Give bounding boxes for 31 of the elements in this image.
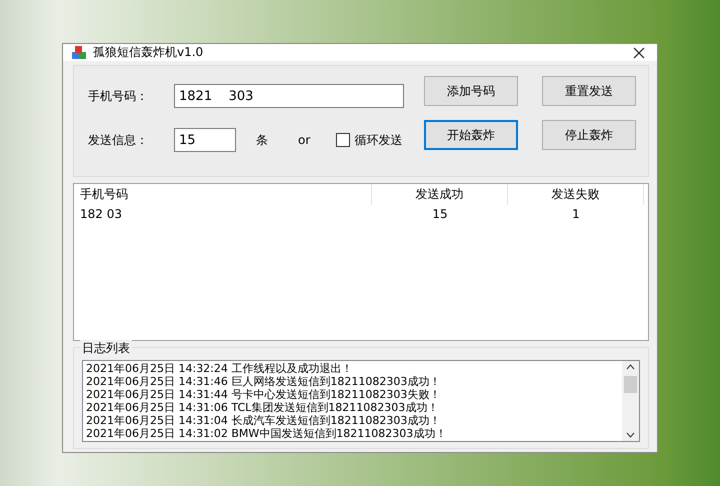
scroll-up-icon[interactable]	[626, 364, 635, 370]
action-button[interactable]: 开始轰炸	[424, 120, 518, 150]
action-button[interactable]: 重置发送	[542, 76, 636, 106]
window-title: 孤狼短信轰炸机v1.0	[93, 44, 204, 61]
table-cell-text: 182 03	[79, 206, 123, 223]
column-header[interactable]: 发送失败	[508, 184, 644, 205]
message-count-label: 发送信息：	[88, 132, 149, 148]
log-entry: 2021年06月25日 14:31:04 长成汽车发送短信到18211082303成功！	[86, 414, 442, 427]
log-entry: 2021年06月25日 14:32:24 工作线程以及成功退出！	[86, 362, 354, 375]
column-header[interactable]: 手机号码	[74, 184, 372, 205]
scrollbar[interactable]	[622, 361, 639, 441]
scroll-down-icon[interactable]	[626, 432, 635, 438]
close-icon[interactable]	[633, 46, 645, 58]
column-header[interactable]: 发送成功	[372, 184, 508, 205]
log-entry: 2021年06月25日 14:31:46 巨人网络发送短信到18211082303成功！	[86, 375, 442, 388]
or-text: or	[298, 133, 310, 147]
count-unit: 条	[256, 132, 268, 148]
phone-number-field[interactable]: 1821 303	[174, 84, 404, 108]
log-entry: 2021年06月25日 14:31:02 BMW中国发送短信到18211082303成功！	[86, 427, 448, 440]
table-cell-text: 15	[431, 206, 449, 223]
action-button[interactable]: 停止轰炸	[542, 120, 636, 150]
cubes-icon	[71, 44, 87, 60]
table-cell-text: 1	[571, 206, 581, 223]
phone-label: 手机号码：	[88, 88, 149, 104]
loop-send-checkbox[interactable]: 循环发送	[336, 132, 402, 148]
message-count-field[interactable]: 15	[174, 128, 236, 152]
log-entry: 2021年06月25日 14:31:06 TCL集团发送短信到18211082303成功！	[86, 401, 440, 414]
scroll-thumb[interactable]	[624, 376, 637, 393]
log-group-title: 日志列表	[80, 340, 132, 357]
log-entry: 2021年06月25日 14:31:44 号卡中心发送短信到18211082303失败！	[86, 388, 442, 401]
action-button[interactable]: 添加号码	[424, 76, 518, 106]
